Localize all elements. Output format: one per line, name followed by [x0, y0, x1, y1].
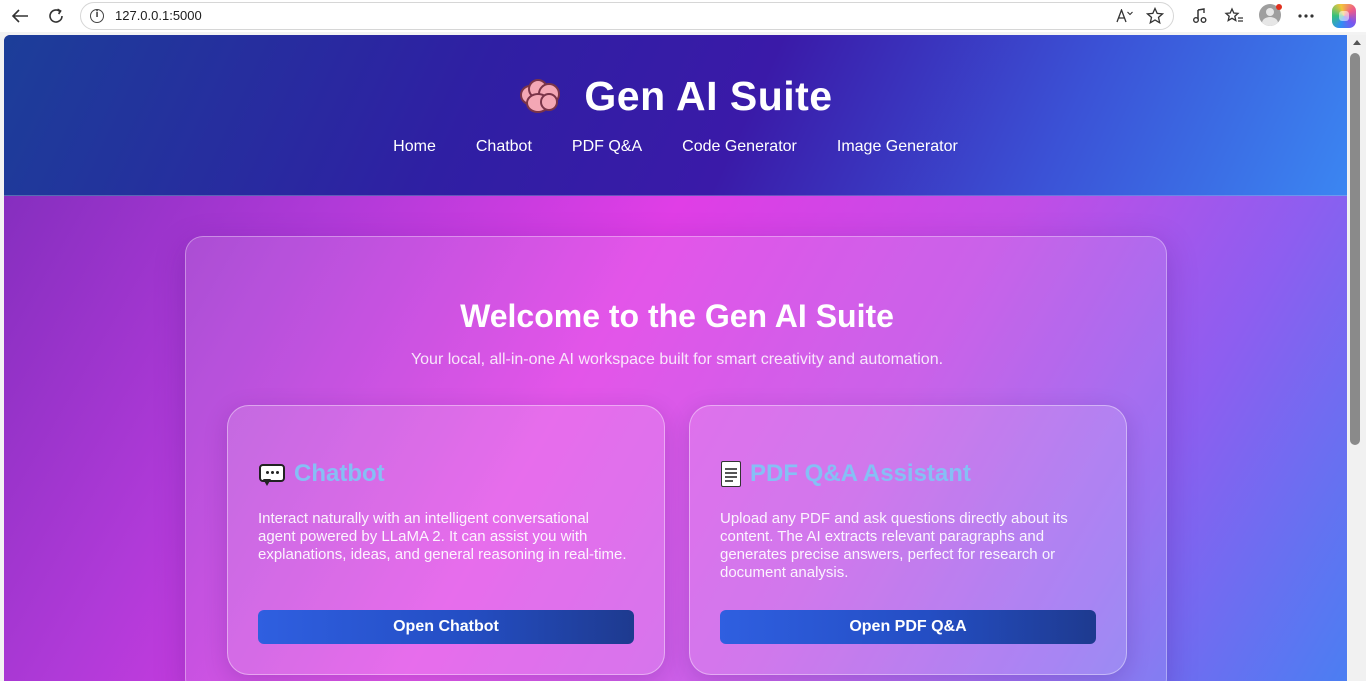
nav-link-chatbot[interactable]: Chatbot [476, 138, 532, 156]
open-chatbot-button[interactable]: Open Chatbot [258, 610, 634, 644]
main-nav: Home Chatbot PDF Q&A Code Generator Imag… [4, 138, 1347, 156]
more-menu-icon[interactable] [1294, 4, 1318, 28]
logo-row: Gen AI Suite [4, 73, 1347, 120]
open-pdf-qa-button[interactable]: Open PDF Q&A [720, 610, 1096, 644]
page-viewport: Gen AI Suite Home Chatbot PDF Q&A Code G… [4, 35, 1347, 681]
site-header: Gen AI Suite Home Chatbot PDF Q&A Code G… [4, 35, 1347, 196]
welcome-title: Welcome to the Gen AI Suite [460, 298, 894, 334]
refresh-icon[interactable] [44, 4, 68, 28]
welcome-subtitle: Your local, all-in-one AI workspace buil… [410, 351, 944, 368]
document-icon [720, 460, 742, 488]
card-title: PDF Q&A Assistant [750, 460, 971, 487]
back-arrow-icon[interactable] [8, 4, 32, 28]
info-icon[interactable]: i [90, 9, 104, 23]
card-title: Chatbot [294, 460, 385, 487]
read-aloud-icon[interactable] [1115, 6, 1135, 26]
favorites-icon[interactable] [1222, 4, 1246, 28]
site-title: Gen AI Suite [584, 73, 833, 119]
pdf-qa-card: PDF Q&A Assistant Upload any PDF and ask… [689, 405, 1127, 675]
nav-link-image-generator[interactable]: Image Generator [837, 138, 958, 156]
chatbot-card: Chatbot Interact naturally with an intel… [227, 405, 665, 675]
favorite-star-icon[interactable] [1145, 6, 1165, 26]
browser-toolbar: i 127.0.0.1:5000 [0, 0, 1366, 32]
address-bar[interactable]: i 127.0.0.1:5000 [80, 2, 1174, 30]
nav-link-code-generator[interactable]: Code Generator [682, 138, 797, 156]
vertical-scrollbar[interactable] [1348, 35, 1366, 681]
extensions-icon[interactable] [1188, 4, 1212, 28]
card-description: Upload any PDF and ask questions directl… [720, 510, 1068, 581]
card-header: Chatbot [258, 460, 385, 488]
copilot-icon[interactable] [1332, 4, 1356, 28]
brain-icon [518, 77, 562, 117]
card-header: PDF Q&A Assistant [720, 460, 971, 488]
nav-link-home[interactable]: Home [393, 138, 436, 156]
nav-link-pdf-qa[interactable]: PDF Q&A [572, 138, 642, 156]
notification-dot [1276, 4, 1282, 10]
card-description: Interact naturally with an intelligent c… [258, 510, 627, 563]
welcome-panel: Welcome to the Gen AI Suite Your local, … [185, 236, 1167, 681]
url-text[interactable]: 127.0.0.1:5000 [115, 8, 202, 23]
scroll-up-arrow-icon[interactable] [1353, 40, 1361, 45]
speech-bubble-icon [258, 463, 286, 486]
scrollbar-thumb[interactable] [1350, 53, 1360, 445]
